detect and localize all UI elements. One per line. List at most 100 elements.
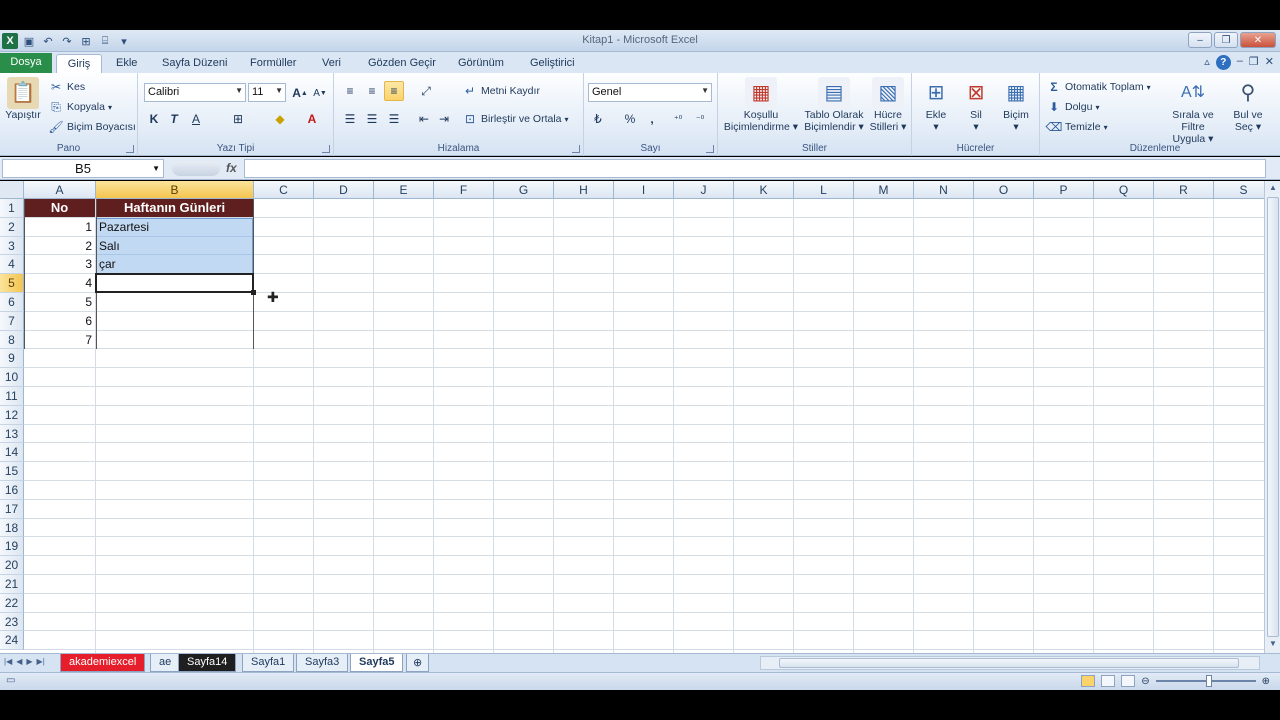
cell-a4[interactable]: 3 bbox=[24, 255, 95, 273]
close-button[interactable]: ✕ bbox=[1240, 32, 1276, 48]
cell-b2[interactable]: Pazartesi bbox=[96, 218, 253, 236]
alignment-launcher-icon[interactable] bbox=[572, 145, 580, 153]
cell-styles-button[interactable]: ▧ Hücre Stilleri ▾ bbox=[868, 77, 908, 133]
bold-button[interactable]: K bbox=[144, 109, 164, 129]
zoom-out-icon[interactable]: ⊖ bbox=[1141, 676, 1149, 687]
table-header-cell[interactable]: No bbox=[24, 199, 95, 217]
row-header-20[interactable]: 20 bbox=[0, 556, 24, 575]
formula-input[interactable] bbox=[244, 159, 1266, 178]
align-center-icon[interactable]: ☰ bbox=[362, 109, 382, 129]
last-sheet-icon[interactable]: ▶| bbox=[37, 657, 45, 666]
vertical-scroll-thumb[interactable] bbox=[1267, 197, 1279, 637]
row-header-14[interactable]: 14 bbox=[0, 443, 24, 463]
column-header-r[interactable]: R bbox=[1154, 181, 1214, 199]
row-header-24[interactable]: 24 bbox=[0, 631, 24, 651]
sheet-tab-sayfa1[interactable]: Sayfa1 bbox=[242, 654, 295, 672]
merge-center-button[interactable]: ⊡ Birleştir ve Ortala ▾ bbox=[462, 111, 569, 127]
column-header-d[interactable]: D bbox=[314, 181, 374, 199]
fill-handle[interactable] bbox=[251, 290, 256, 295]
row-header-21[interactable]: 21 bbox=[0, 575, 24, 594]
row-header-6[interactable]: 6 bbox=[0, 293, 24, 312]
sort-filter-button[interactable]: A⇅ Sırala ve Filtre Uygula ▾ bbox=[1160, 77, 1226, 146]
minimize-ribbon-icon[interactable]: ▵ bbox=[1204, 55, 1210, 70]
cell-a5[interactable]: 4 bbox=[24, 274, 95, 292]
align-left-icon[interactable]: ☰ bbox=[340, 109, 360, 129]
font-name-select[interactable]: Calibri ▼ bbox=[144, 83, 246, 102]
shrink-font-icon[interactable]: A ▼ bbox=[310, 83, 330, 103]
autosum-button[interactable]: Σ Otomatik Toplam ▾ bbox=[1046, 79, 1150, 95]
cell-a8[interactable]: 7 bbox=[24, 331, 95, 349]
formula-bar-splitter[interactable] bbox=[172, 161, 220, 176]
insert-sheet-icon[interactable]: ⊕ bbox=[406, 654, 430, 672]
tab-view[interactable]: Görünüm bbox=[452, 54, 510, 73]
increase-decimal-icon[interactable]: ⁺⁰ bbox=[668, 109, 688, 129]
cell-b4[interactable]: çar bbox=[96, 255, 253, 273]
row-header-12[interactable]: 12 bbox=[0, 405, 24, 425]
row-header-5[interactable]: 5 bbox=[0, 274, 24, 293]
sheet-tab-ae[interactable]: ae bbox=[150, 654, 181, 672]
sheet-tab-sayfa14[interactable]: Sayfa14 bbox=[178, 654, 237, 672]
italic-button[interactable]: T bbox=[164, 109, 184, 129]
row-header-23[interactable]: 23 bbox=[0, 612, 24, 632]
tab-formulas[interactable]: Formüller bbox=[244, 54, 302, 73]
fill-color-icon[interactable]: ◆ bbox=[270, 109, 290, 129]
cut-button[interactable]: ✂ Kes bbox=[48, 79, 85, 95]
row-header-11[interactable]: 11 bbox=[0, 387, 24, 406]
tab-insert[interactable]: Ekle bbox=[110, 54, 143, 73]
sheet-tab-akademiexcel[interactable]: akademiexcel bbox=[60, 654, 146, 672]
column-header-i[interactable]: I bbox=[614, 181, 674, 199]
row-header-15[interactable]: 15 bbox=[0, 462, 24, 481]
column-header-n[interactable]: N bbox=[914, 181, 974, 199]
comma-button[interactable]: , bbox=[642, 109, 662, 129]
column-header-g[interactable]: G bbox=[494, 181, 554, 199]
decrease-decimal-icon[interactable]: ⁻⁰ bbox=[690, 109, 710, 129]
font-launcher-icon[interactable] bbox=[322, 145, 330, 153]
copy-button[interactable]: ⎘ Kopyala ▾ bbox=[48, 99, 112, 115]
tab-file[interactable]: Dosya bbox=[0, 53, 52, 73]
cell-a2[interactable]: 1 bbox=[24, 218, 95, 236]
cell-b3[interactable]: Salı bbox=[96, 237, 253, 255]
horizontal-scroll-thumb[interactable] bbox=[779, 658, 1239, 668]
clear-button[interactable]: ⌫ Temizle ▾ bbox=[1046, 119, 1108, 135]
column-header-a[interactable]: A bbox=[24, 181, 96, 199]
cell-a3[interactable]: 2 bbox=[24, 237, 95, 255]
page-layout-view-icon[interactable] bbox=[1101, 675, 1116, 687]
row-header-13[interactable]: 13 bbox=[0, 424, 24, 444]
prev-sheet-icon[interactable]: ◀ bbox=[16, 657, 22, 666]
row-header-22[interactable]: 22 bbox=[0, 593, 24, 613]
fill-button[interactable]: ⬇ Dolgu ▾ bbox=[1046, 99, 1099, 115]
orientation-icon[interactable]: ⤢ bbox=[416, 81, 436, 101]
select-all-corner[interactable] bbox=[0, 181, 24, 199]
grow-font-icon[interactable]: A ▲ bbox=[290, 83, 310, 103]
row-header-1[interactable]: 1 bbox=[0, 199, 24, 218]
row-header-3[interactable]: 3 bbox=[0, 236, 24, 256]
row-header-7[interactable]: 7 bbox=[0, 311, 24, 331]
align-top-icon[interactable]: ≡ bbox=[340, 81, 360, 101]
row-header-2[interactable]: 2 bbox=[0, 217, 24, 237]
clipboard-launcher-icon[interactable] bbox=[126, 145, 134, 153]
percent-button[interactable]: % bbox=[620, 109, 640, 129]
column-header-q[interactable]: Q bbox=[1094, 181, 1154, 199]
sheet-tab-sayfa5[interactable]: Sayfa5 bbox=[350, 654, 404, 672]
column-header-e[interactable]: E bbox=[374, 181, 434, 199]
tab-review[interactable]: Gözden Geçir bbox=[362, 54, 442, 73]
zoom-slider-knob[interactable] bbox=[1205, 675, 1212, 687]
page-break-view-icon[interactable] bbox=[1121, 675, 1136, 687]
align-right-icon[interactable]: ☰ bbox=[384, 109, 404, 129]
format-cells-button[interactable]: ▦ Biçim ▾ bbox=[998, 77, 1034, 133]
row-header-16[interactable]: 16 bbox=[0, 481, 24, 500]
scroll-up-icon[interactable]: ▲ bbox=[1267, 183, 1279, 195]
worksheet-grid[interactable]: A B C D E F G H I J K L M N O P Q R S 1 2 3 4 5 6 7 8 9 10 11 12 13 14 15… bbox=[0, 181, 1264, 653]
format-painter-button[interactable]: 🖌 Biçim Boyacısı bbox=[48, 119, 135, 135]
first-sheet-icon[interactable]: |◀ bbox=[4, 657, 12, 666]
row-header-17[interactable]: 17 bbox=[0, 499, 24, 519]
sheet-tab-sayfa3[interactable]: Sayfa3 bbox=[296, 654, 349, 672]
find-select-button[interactable]: ⚲ Bul ve Seç ▾ bbox=[1228, 77, 1268, 133]
maximize-button[interactable]: ❐ bbox=[1214, 32, 1238, 48]
row-header-18[interactable]: 18 bbox=[0, 518, 24, 538]
paste-button[interactable]: 📋 Yapıştır bbox=[4, 77, 42, 121]
currency-icon[interactable]: ₺ bbox=[588, 109, 608, 129]
vertical-scrollbar[interactable]: ▲ ▼ bbox=[1264, 181, 1280, 653]
row-header-19[interactable]: 19 bbox=[0, 537, 24, 557]
column-header-b[interactable]: B bbox=[96, 181, 254, 199]
